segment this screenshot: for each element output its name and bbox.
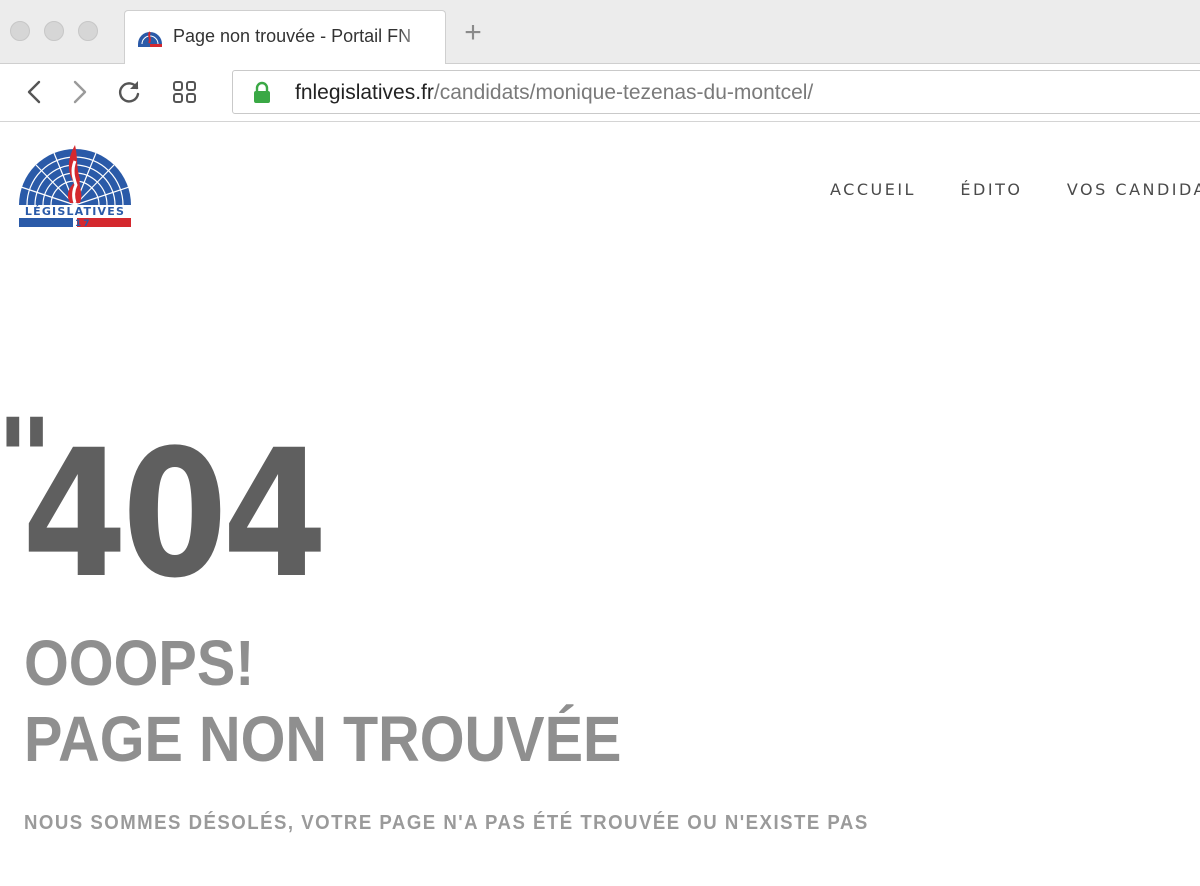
site-nav: ACCUEIL ÉDITO VOS CANDIDATS [830,180,1200,200]
nav-item-accueil[interactable]: ACCUEIL [830,180,916,199]
browser-tab-bar: Page non trouvée - Portail FN + [0,0,1200,65]
lock-icon [254,81,270,103]
logo-text-year: 2017 [58,219,91,229]
window-close-button[interactable] [10,21,30,41]
legislatives-logo-icon [138,31,162,47]
window-minimize-button[interactable] [44,21,64,41]
browser-tab[interactable]: Page non trouvée - Portail FN [124,10,446,65]
error-headline-not-found: PAGE NON TROUVÉE [24,703,622,775]
forward-arrow-icon[interactable] [64,77,94,107]
url-text: fnlegislatives.fr/candidats/monique-teze… [295,79,813,107]
nav-item-edito[interactable]: ÉDITO [960,180,1022,199]
error-message: NOUS SOMMES DÉSOLÉS, VOTRE PAGE N'A PAS … [24,812,869,834]
legislatives-2017-logo[interactable]: LÉGISLATIVES 2017 [16,143,134,231]
address-bar[interactable]: fnlegislatives.fr/candidats/monique-teze… [232,70,1200,114]
url-domain: fnlegislatives.fr [295,81,434,104]
new-tab-button[interactable]: + [458,18,488,48]
logo-text-legislatives: LÉGISLATIVES [25,205,125,218]
tab-title: Page non trouvée - Portail FN [173,26,412,46]
browser-toolbar: fnlegislatives.fr/candidats/monique-teze… [0,64,1200,122]
nav-item-vos-candidats[interactable]: VOS CANDIDATS [1067,180,1200,199]
error-code: 404 [22,412,328,617]
reload-icon[interactable] [114,77,144,107]
grid-icon[interactable] [170,77,200,107]
error-headline-oops: OOOPS! [24,627,255,699]
back-arrow-icon[interactable] [20,77,50,107]
window-maximize-button[interactable] [78,21,98,41]
url-path: /candidats/monique-tezenas-du-montcel/ [433,81,814,104]
